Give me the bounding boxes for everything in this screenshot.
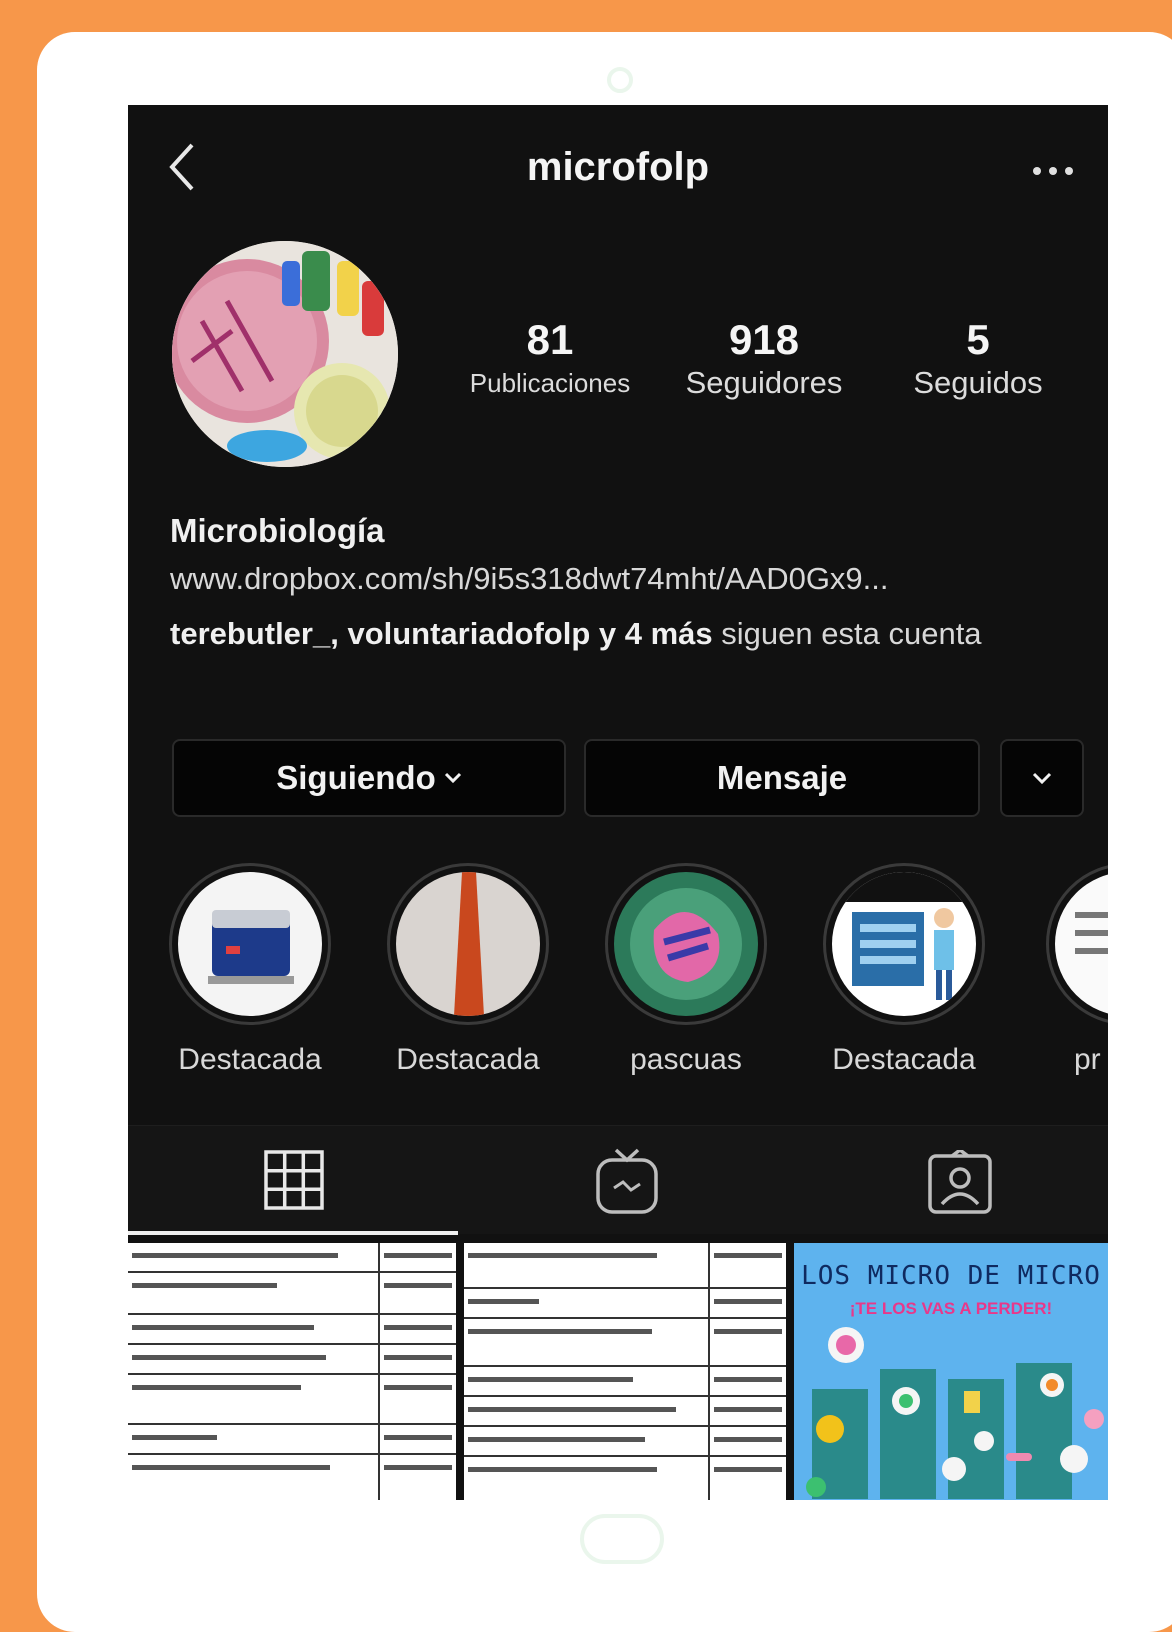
stat-followers-label: Seguidores	[685, 365, 843, 400]
followed-by-suffix: siguen esta cuenta	[721, 616, 982, 651]
post-illustration	[806, 1327, 1104, 1499]
stat-posts-count: 81	[526, 316, 574, 363]
message-button[interactable]: Mensaje	[584, 739, 980, 817]
profile-display-name: Microbiología	[170, 512, 385, 549]
highlight-label: pascuas	[630, 1043, 742, 1076]
tagged-icon[interactable]	[928, 1147, 992, 1214]
stat-followers[interactable]: 918 Seguidores	[654, 317, 874, 403]
stat-following-label: Seguidos	[913, 365, 1043, 400]
post-thumbnail[interactable]	[464, 1243, 786, 1500]
message-button-label: Mensaje	[716, 759, 848, 796]
post-subtitle: ¡TE LOS VAS A PERDER!	[849, 1299, 1053, 1318]
highlight-ring	[605, 863, 767, 1025]
highlight-ring	[823, 863, 985, 1025]
home-button	[580, 1514, 664, 1564]
followed-by-names: terebutler_, voluntariadofolp	[170, 616, 591, 651]
highlight-item[interactable]: pascuas	[596, 863, 776, 1077]
avatar[interactable]	[172, 241, 398, 467]
profile-username: microfolp	[526, 145, 710, 189]
highlight-label: Destacada	[178, 1043, 322, 1076]
followed-by-more: y 4 más	[598, 616, 713, 651]
profile-link[interactable]: www.dropbox.com/sh/9i5s318dwt74mht/AAD0G…	[170, 561, 1080, 597]
highlight-ring	[169, 863, 331, 1025]
instagram-profile-screen: microfolp 81 Publicaciones 918 Seguidore…	[128, 105, 1108, 1500]
stat-following[interactable]: 5 Seguidos	[868, 317, 1088, 403]
highlight-label: Destacada	[396, 1043, 540, 1076]
chevron-down-icon	[444, 772, 462, 784]
stat-posts-label: Publicaciones	[469, 368, 631, 398]
post-thumbnail[interactable]: LOS MICRO DE MICRO ¡TE LOS VAS A PERDER!	[794, 1243, 1108, 1500]
more-options-icon[interactable]	[1028, 161, 1078, 181]
stat-followers-count: 918	[728, 316, 800, 363]
highlight-item[interactable]: pr	[1032, 863, 1108, 1077]
highlight-label: Destacada	[832, 1043, 976, 1076]
active-tab-indicator	[128, 1231, 458, 1235]
grid-icon[interactable]	[264, 1150, 324, 1210]
highlight-ring	[1046, 863, 1108, 1025]
highlight-label: pr	[1074, 1043, 1101, 1076]
stat-following-count: 5	[966, 316, 990, 363]
followed-by-text[interactable]: terebutler_, voluntariadofolp y 4 más si…	[170, 610, 1060, 658]
post-thumbnail[interactable]	[128, 1243, 456, 1500]
profile-tab-bar	[128, 1125, 1108, 1234]
igtv-icon[interactable]	[596, 1148, 658, 1214]
camera-dot	[607, 67, 633, 93]
following-button-label: Siguiendo	[276, 759, 436, 796]
chevron-down-icon	[1032, 772, 1052, 784]
highlight-item[interactable]: Destacada	[814, 863, 994, 1077]
highlight-ring	[387, 863, 549, 1025]
suggested-accounts-button[interactable]	[1000, 739, 1084, 817]
post-title: LOS MICRO DE MICRO	[801, 1261, 1101, 1291]
highlight-item[interactable]: Destacada	[378, 863, 558, 1077]
stat-posts[interactable]: 81 Publicaciones	[440, 317, 660, 403]
highlight-item[interactable]: Destacada	[160, 863, 340, 1077]
following-button[interactable]: Siguiendo	[172, 739, 566, 817]
